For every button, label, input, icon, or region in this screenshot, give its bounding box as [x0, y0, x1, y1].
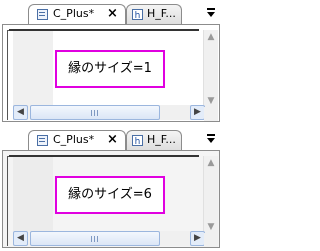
editor-panel-2: C_Plus* × h H_F... 縁のサイズ=6 ▲ ▼ ◀ ▶	[2, 128, 220, 248]
scrollbar-corner	[204, 233, 218, 247]
gutter	[13, 31, 53, 107]
editor-area[interactable]: 縁のサイズ=6 ▲ ▼ ◀ ▶	[2, 150, 220, 248]
tab-bar: C_Plus* × h H_F...	[2, 2, 220, 24]
scroll-right-icon[interactable]: ▶	[190, 105, 205, 120]
tab-c-plus[interactable]: C_Plus* ×	[28, 130, 126, 150]
vertical-scrollbar[interactable]: ▲ ▼	[203, 156, 218, 234]
tab-c-plus[interactable]: C_Plus* ×	[28, 4, 126, 24]
editor-panel-1: C_Plus* × h H_F... 縁のサイズ=1 ▲ ▼ ◀ ▶	[2, 2, 220, 122]
horizontal-scrollbar[interactable]: ◀ ▶	[13, 105, 205, 120]
scrollbar-thumb[interactable]	[30, 231, 160, 246]
close-icon[interactable]: ×	[107, 131, 118, 149]
h-file-icon: h	[132, 135, 143, 147]
close-icon[interactable]: ×	[107, 5, 118, 23]
tab-label: H_F...	[147, 7, 176, 20]
editor-area[interactable]: 縁のサイズ=1 ▲ ▼ ◀ ▶	[2, 24, 220, 122]
content-label: 縁のサイズ=1	[55, 50, 165, 88]
scroll-right-icon[interactable]: ▶	[190, 231, 205, 246]
scroll-down-icon[interactable]: ▼	[204, 94, 218, 108]
content-label: 縁のサイズ=6	[55, 176, 165, 214]
tab-h-file[interactable]: h H_F...	[126, 130, 182, 150]
file-icon	[37, 135, 48, 146]
tab-bar: C_Plus* × h H_F...	[2, 128, 220, 150]
gutter	[13, 157, 53, 233]
h-file-icon: h	[132, 9, 143, 21]
vertical-scrollbar[interactable]: ▲ ▼	[203, 30, 218, 108]
tab-h-file[interactable]: h H_F...	[126, 4, 182, 24]
scroll-up-icon[interactable]: ▲	[204, 30, 218, 44]
tab-label: C_Plus*	[53, 7, 95, 20]
scroll-left-icon[interactable]: ◀	[13, 105, 28, 120]
tab-menu-icon[interactable]	[206, 7, 216, 19]
tab-menu-icon[interactable]	[206, 133, 216, 145]
horizontal-scrollbar[interactable]: ◀ ▶	[13, 231, 205, 246]
grip-icon	[91, 110, 99, 116]
scroll-left-icon[interactable]: ◀	[13, 231, 28, 246]
tab-label: C_Plus*	[53, 133, 95, 146]
grip-icon	[91, 236, 99, 242]
scroll-down-icon[interactable]: ▼	[204, 220, 218, 234]
svg-text:h: h	[135, 137, 141, 147]
tab-label: H_F...	[147, 133, 176, 146]
svg-text:h: h	[135, 11, 141, 21]
scrollbar-corner	[204, 107, 218, 121]
scroll-up-icon[interactable]: ▲	[204, 156, 218, 170]
file-icon	[37, 9, 48, 20]
scrollbar-thumb[interactable]	[30, 105, 160, 120]
